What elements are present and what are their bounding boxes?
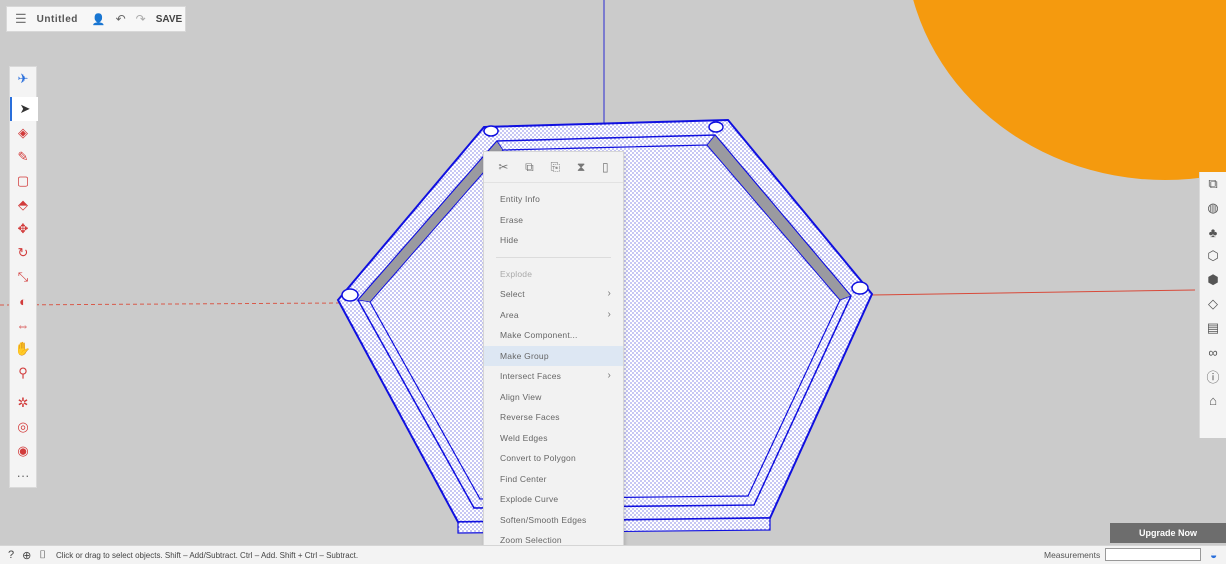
menu-item-select[interactable]: Select › — [484, 284, 623, 305]
menu-item-explode-curve[interactable]: Explode Curve — [484, 489, 623, 510]
components-icon[interactable]: ⧉ — [1200, 172, 1226, 196]
user-icon[interactable]: 👤 — [92, 13, 106, 26]
corner-hole — [341, 288, 359, 302]
menu-item-label: Hide — [500, 235, 519, 245]
save-button[interactable]: SAVE — [156, 14, 183, 25]
eraser-tool-icon[interactable]: ◈ — [10, 121, 36, 145]
walk-tool-icon[interactable]: ◎ — [10, 415, 36, 439]
menu-item-label: Convert to Polygon — [500, 453, 576, 463]
menu-item-area[interactable]: Area › — [484, 305, 623, 326]
globe-icon[interactable]: ⊕ — [22, 549, 31, 562]
orbit-tool-icon[interactable]: ⇔ — [10, 313, 36, 337]
move-tool-icon[interactable]: ✥ — [10, 217, 36, 241]
menu-item-label: Weld Edges — [500, 432, 548, 443]
menu-item-convert-to-polygon[interactable]: Convert to Polygon — [484, 448, 623, 469]
pencil-tool-icon[interactable]: ✎ — [10, 145, 36, 169]
menu-item-label: Make Component... — [500, 330, 578, 340]
help-icon[interactable]: ? — [8, 549, 14, 561]
upgrade-now-button[interactable]: Upgrade Now — [1110, 523, 1226, 543]
paste-icon[interactable]: ⎘ — [550, 160, 560, 175]
menu-item-label: Erase — [500, 214, 524, 225]
right-panel-toolbar: ⧉ ◍ ♣ ⬡ ⬢ ◇ ▤ ∞ ⓘ ⌂ — [1199, 172, 1226, 438]
display-icon[interactable]: ◇ — [1200, 292, 1226, 316]
menu-item-reverse-faces[interactable]: Reverse Faces — [484, 407, 623, 428]
chevron-right-icon: › — [607, 288, 611, 299]
red-axis-right — [869, 289, 1196, 296]
left-toolbar: ✈ ➤ ◈ ✎ ▢ ⬘ ✥ ↻ ⤡ ◐ ⇔ ✋ ⚲ ✲ ◎ ◉ ··· — [9, 66, 38, 488]
rotate-tool-icon[interactable]: ↻ — [10, 241, 36, 265]
materials-icon[interactable]: ◍ — [1200, 196, 1226, 220]
menu-item-label: Explode Curve — [500, 494, 559, 504]
menu-item-label: Zoom Selection — [500, 535, 562, 545]
pan-tool-icon[interactable]: ✋ — [10, 337, 36, 361]
menu-item-label: Entity Info — [500, 194, 540, 204]
more-tools-icon[interactable]: ··· — [10, 463, 36, 487]
menu-item-label: Select — [500, 289, 525, 299]
info-icon[interactable]: ⓘ — [1200, 364, 1226, 388]
menu-item-align-view[interactable]: Align View — [484, 387, 623, 408]
menu-item-label: Explode — [500, 268, 533, 279]
glasses-icon[interactable]: ∞ — [1200, 340, 1226, 364]
mouse-icon: ⌷ — [39, 548, 46, 561]
menu-item-explode: Explode — [484, 264, 623, 285]
context-toolbar: ✂ ⧉ ⎘ ⧗ ▯ — [484, 152, 623, 183]
scenes-icon[interactable]: ⬢ — [1200, 268, 1226, 292]
layers-icon[interactable]: ⬡ — [1200, 244, 1226, 268]
menu-item-label: Intersect Faces — [500, 371, 562, 381]
measurements-input[interactable] — [1105, 548, 1201, 561]
context-menu-list: Entity Info Erase Hide Explode Select › Area › M… — [484, 183, 623, 551]
rectangle-tool-icon[interactable]: ▢ — [10, 169, 36, 193]
measurements-label: Measurements — [1044, 550, 1101, 560]
menu-icon[interactable]: ☰ — [15, 11, 27, 27]
styles-icon[interactable]: ♣ — [1200, 220, 1226, 244]
corner-hole — [708, 121, 724, 133]
chevron-right-icon: › — [607, 370, 611, 381]
delete-icon[interactable]: ▯ — [602, 160, 609, 174]
paste-in-place-icon[interactable]: ⧗ — [577, 160, 585, 175]
paint-bucket-icon[interactable]: ◐ — [10, 289, 36, 313]
copy-icon[interactable]: ⧉ — [525, 160, 534, 175]
search-tools-icon[interactable]: ✈ — [10, 67, 36, 91]
menu-item-hide[interactable]: Hide — [484, 230, 623, 251]
menu-item-label: Find Center — [500, 473, 547, 484]
menu-item-make-group[interactable]: Make Group — [484, 345, 623, 366]
sketchup-logo-icon: ◒ — [1210, 548, 1218, 562]
status-bar: ? ⊕ ⌷ Click or drag to select objects. S… — [0, 545, 1226, 564]
menu-item-weld-edges[interactable]: Weld Edges — [484, 428, 623, 449]
export-icon[interactable]: ▤ — [1200, 316, 1226, 340]
menu-item-label: Make Group — [500, 350, 549, 361]
menu-item-intersect-faces[interactable]: Intersect Faces › — [484, 366, 623, 387]
menu-item-find-center[interactable]: Find Center — [484, 469, 623, 490]
warehouse-icon[interactable]: ⌂ — [1200, 388, 1226, 412]
scale-tool-icon[interactable]: ⤡ — [10, 265, 36, 289]
menu-item-entity-info[interactable]: Entity Info — [484, 189, 623, 210]
menu-item-erase[interactable]: Erase — [484, 210, 623, 231]
red-axis-left — [0, 302, 341, 306]
menu-item-make-component[interactable]: Make Component... — [484, 325, 623, 346]
context-menu: ✂ ⧉ ⎘ ⧗ ▯ Entity Info Erase Hide Explode Select ›… — [483, 151, 624, 552]
menu-divider — [496, 256, 611, 258]
cut-icon[interactable]: ✂ — [498, 160, 508, 174]
menu-item-label: Soften/Smooth Edges — [500, 514, 587, 525]
push-pull-tool-icon[interactable]: ⬘ — [10, 193, 36, 217]
undo-icon[interactable]: ↶ — [116, 12, 126, 26]
redo-icon[interactable]: ↷ — [136, 12, 146, 26]
menu-item-soften-smooth-edges[interactable]: Soften/Smooth Edges — [484, 510, 623, 531]
zoom-extents-icon[interactable]: ✲ — [10, 391, 36, 415]
status-message: Click or drag to select objects. Shift –… — [55, 550, 359, 560]
corner-hole — [483, 125, 499, 137]
menu-item-label: Area — [500, 309, 519, 320]
corner-hole — [851, 281, 869, 295]
menu-item-label: Reverse Faces — [500, 412, 560, 422]
look-around-icon[interactable]: ◉ — [10, 439, 36, 463]
select-tool-icon[interactable]: ➤ — [10, 97, 38, 121]
chevron-right-icon: › — [607, 308, 611, 320]
zoom-tool-icon[interactable]: ⚲ — [10, 361, 36, 385]
title-bar: ☰ Untitled 👤 ↶ ↷ SAVE — [6, 6, 186, 32]
document-title[interactable]: Untitled — [37, 14, 78, 25]
menu-item-label: Align View — [500, 391, 542, 402]
